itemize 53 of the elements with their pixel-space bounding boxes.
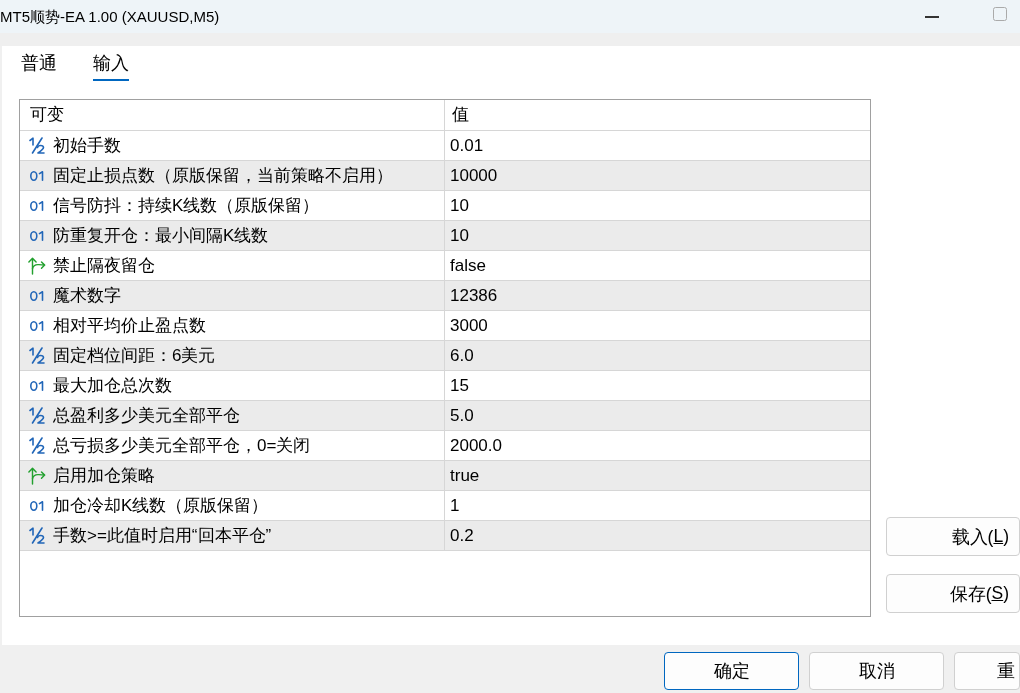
one-half-icon xyxy=(29,407,45,424)
parameter-name: 魔术数字 xyxy=(53,284,121,307)
zero-one-icon xyxy=(29,320,45,331)
parameter-value[interactable]: 10000 xyxy=(450,164,498,187)
zero-one-icon xyxy=(29,200,45,211)
zero-one-icon xyxy=(29,230,45,241)
parameter-name: 禁止隔夜留仓 xyxy=(53,254,155,277)
parameter-name: 总盈利多少美元全部平仓 xyxy=(53,404,240,427)
branch-arrow-icon xyxy=(28,465,46,486)
side-button[interactable]: 载入(L) xyxy=(886,517,1020,556)
zero-one-icon xyxy=(29,500,45,511)
parameter-name: 初始手数 xyxy=(53,134,121,157)
parameter-value[interactable]: true xyxy=(450,464,480,487)
branch-arrow-icon xyxy=(28,255,46,276)
parameter-value[interactable]: 0.01 xyxy=(450,134,484,157)
parameter-name: 固定止损点数（原版保留，当前策略不启用） xyxy=(53,164,393,187)
dialog-button[interactable]: 取消 xyxy=(809,652,944,690)
dialog-button[interactable]: 确定 xyxy=(664,652,799,690)
parameter-name: 固定档位间距：6美元 xyxy=(53,344,216,367)
one-half-icon xyxy=(29,137,45,154)
minimize-icon[interactable] xyxy=(925,15,939,18)
parameter-value[interactable]: 15 xyxy=(450,374,469,397)
one-half-icon xyxy=(29,527,45,544)
zero-one-icon xyxy=(29,380,45,391)
parameter-name: 防重复开仓：最小间隔K线数 xyxy=(53,224,269,247)
parameter-name: 最大加仓总次数 xyxy=(53,374,172,397)
parameter-value[interactable]: 10 xyxy=(450,194,469,217)
parameter-name: 总亏损多少美元全部平仓，0=关闭 xyxy=(53,434,311,457)
window-title: MT5顺势-EA 1.00 (XAUUSD,M5) xyxy=(0,7,220,26)
tab[interactable]: 输入 xyxy=(93,46,129,81)
column-header[interactable]: 值 xyxy=(452,104,469,126)
side-button[interactable]: 保存(S) xyxy=(886,574,1020,613)
parameter-name: 相对平均价止盈点数 xyxy=(53,314,206,337)
zero-one-icon xyxy=(29,290,45,301)
parameter-value[interactable]: 0.2 xyxy=(450,524,474,547)
dialog-button[interactable]: 重 xyxy=(954,652,1020,690)
parameter-value[interactable]: 1 xyxy=(450,494,460,517)
one-half-icon xyxy=(29,347,45,364)
parameter-value[interactable]: 5.0 xyxy=(450,404,474,427)
parameter-name: 信号防抖：持续K线数（原版保留） xyxy=(53,194,320,217)
parameter-name: 手数>=此值时启用“回本平仓” xyxy=(53,524,272,547)
parameter-value[interactable]: 2000.0 xyxy=(450,434,502,457)
tab[interactable]: 普通 xyxy=(21,46,57,81)
parameter-value[interactable]: 3000 xyxy=(450,314,488,337)
zero-one-icon xyxy=(29,170,45,181)
one-half-icon xyxy=(29,437,45,454)
parameter-value[interactable]: false xyxy=(450,254,486,277)
parameter-value[interactable]: 6.0 xyxy=(450,344,474,367)
column-header[interactable]: 可变 xyxy=(30,104,64,126)
parameter-name: 加仓冷却K线数（原版保留） xyxy=(53,494,269,517)
parameter-name: 启用加仓策略 xyxy=(53,464,155,487)
parameter-value[interactable]: 10 xyxy=(450,224,469,247)
parameter-value[interactable]: 12386 xyxy=(450,284,498,307)
